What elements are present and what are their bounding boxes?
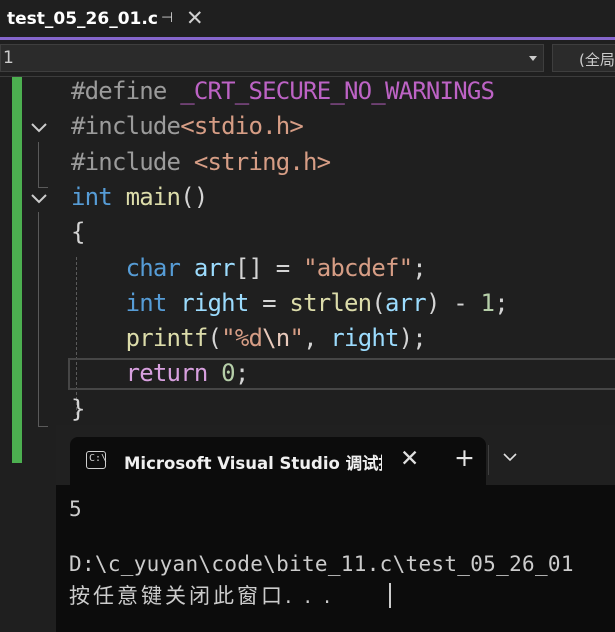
code-token: ( [207,324,222,353]
console-tab-title: Microsoft Visual Studio 调试控制台 [124,454,382,473]
code-line[interactable]: #include <string.h> [71,145,331,180]
member-scope-dropdown[interactable]: (全局 [552,44,615,72]
debug-console-window[interactable]: C:\ Microsoft Visual Studio 调试控制台 ✕ + 5 … [56,425,615,632]
navigation-bar: 1 (全局 [0,40,615,77]
code-token: return [125,359,209,388]
code-token: <string.h> [193,147,331,176]
code-token: #include [71,112,181,141]
code-token: , [303,324,331,353]
project-scope-dropdown[interactable]: 1 [0,44,544,72]
code-editor[interactable]: #define _CRT_SECURE_NO_WARNINGS #include<… [0,77,615,632]
code-line[interactable]: #include<stdio.h> [71,109,304,144]
code-token: char [125,253,181,282]
code-line[interactable]: int right = strlen(arr) - 1; [71,286,509,321]
code-token: \n [262,324,290,353]
code-line[interactable]: printf("%d\n", right); [71,321,427,356]
code-token: " [289,324,304,353]
code-token: ; [494,288,508,317]
code-token: "%d [221,324,263,353]
code-line[interactable]: int main() [71,180,208,215]
code-line[interactable]: char arr[] = "abcdef"; [71,251,427,286]
document-tab-title[interactable]: test_05_26_01.c [7,9,158,29]
code-line[interactable]: return 0; [71,356,250,391]
code-token: int [125,288,168,317]
code-token: #include [71,147,194,176]
code-token: { [71,218,85,247]
document-tab-strip: test_05_26_01.c ⊣ ✕ [0,0,615,40]
code-token: _CRT_SECURE_NO_WARNINGS [180,77,495,105]
change-tracking-margin [12,77,22,463]
chevron-down-icon[interactable] [529,56,537,61]
document-tab[interactable]: test_05_26_01.c ⊣ ✕ [0,0,212,40]
code-token: ); [398,324,427,353]
code-line[interactable]: #define _CRT_SECURE_NO_WARNINGS [71,77,495,109]
chevron-down-icon[interactable] [503,453,517,462]
code-line[interactable]: { [71,215,85,250]
code-token: [] = [234,253,304,282]
console-prompt: 按任意键关闭此窗口. . . [69,584,334,608]
fold-chevron-icon[interactable] [30,190,48,208]
console-output-line: D:\c_yuyan\code\bite_11.c\test_05_26_01 [69,552,574,576]
code-token: ; [412,253,426,282]
code-token: 0 [221,359,235,388]
code-token: ( [371,288,385,317]
close-tab-icon[interactable]: ✕ [186,6,204,30]
code-token: 1 [480,288,495,317]
code-token: arr [384,288,427,317]
code-token: strlen [289,288,372,317]
pin-icon[interactable]: ⊣ [161,10,173,26]
plus-icon[interactable]: + [454,443,475,472]
code-token: } [71,394,85,423]
code-token: #define [71,77,181,105]
console-title-bar: C:\ Microsoft Visual Studio 调试控制台 ✕ + [56,425,615,485]
text-cursor [389,583,391,608]
code-token: () [180,182,208,211]
code-token: ) - [425,288,481,317]
terminal-icon-label: C:\ [89,453,108,464]
code-token: int [71,182,113,211]
terminal-icon: C:\ [86,451,108,469]
console-tab[interactable]: C:\ Microsoft Visual Studio 调试控制台 ✕ [70,437,486,485]
code-token: ; [234,359,249,388]
code-token: = [248,288,290,317]
title-bar-divider [488,445,489,475]
fold-chevron-icon[interactable] [30,119,48,137]
code-token: "abcdef" [303,253,413,282]
code-token: <stdio.h> [180,112,304,141]
code-token: printf [125,324,209,353]
code-token: right [180,288,249,317]
code-token: arr [193,253,236,282]
code-line[interactable]: } [71,392,85,427]
outline-guide [38,142,39,187]
close-icon[interactable]: ✕ [400,446,419,472]
code-token: main [125,182,181,211]
outline-guide-end [38,187,48,188]
console-output-line: 5 [69,497,82,521]
project-scope-value: 1 [3,48,14,68]
code-token: right [330,324,399,353]
outline-guide [38,212,39,426]
member-scope-value: (全局 [579,51,615,69]
outline-guide-end [38,426,48,427]
